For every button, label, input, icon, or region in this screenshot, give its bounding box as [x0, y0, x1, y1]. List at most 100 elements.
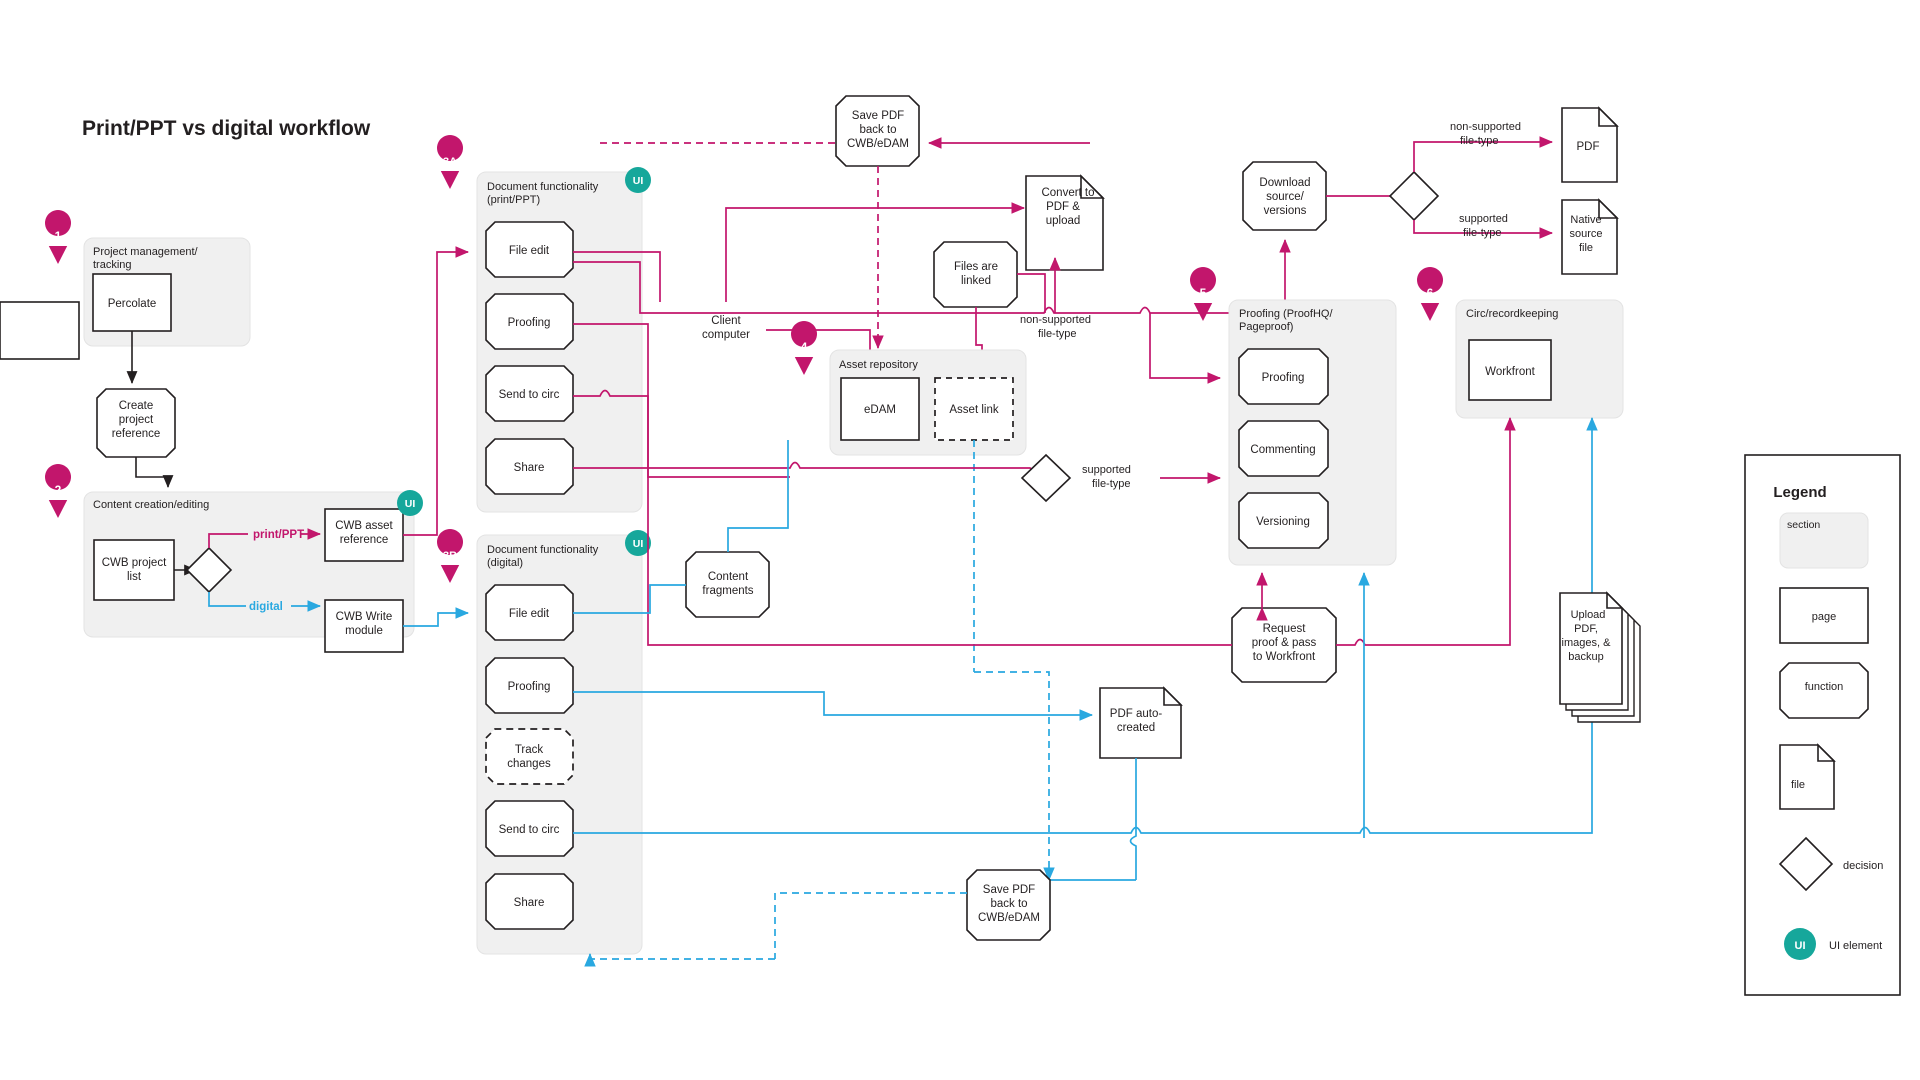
node-save-pdf-bottom[interactable]: Save PDF back to CWB/eDAM	[966, 869, 1051, 941]
node-convert-pdf-line3: upload	[1046, 215, 1081, 227]
node-3b-file-edit[interactable]: File edit	[485, 584, 574, 641]
section-3b-title-line1: Document functionality	[487, 544, 599, 556]
node-3a-send-to-circ-label: Send to circ	[499, 389, 560, 401]
legend-title: Legend	[1773, 484, 1826, 501]
node-create-project-line3: reference	[112, 428, 161, 440]
node-cwb-project-list-line1: CWB project	[102, 557, 167, 569]
workflow-diagram-canvas: Print/PPT vs digital workflow Project ma…	[0, 0, 1920, 1080]
section-1-marker-label: 1	[55, 229, 62, 243]
node-save-pdf-top-line2: back to	[859, 124, 896, 136]
node-3a-proofing[interactable]: Proofing	[485, 293, 574, 350]
section-1-title-line1: Project management/	[93, 246, 198, 258]
legend-label-file: file	[1791, 779, 1805, 791]
section-1-title-line2: tracking	[93, 259, 132, 271]
page-title: Print/PPT vs digital workflow	[82, 117, 371, 140]
node-save-pdf-bottom-line3: CWB/eDAM	[978, 912, 1040, 924]
node-request-proof-pass-workfront[interactable]: Request proof & pass to Workfront	[1231, 607, 1337, 683]
node-3a-send-to-circ[interactable]: Send to circ	[485, 365, 574, 422]
node-3b-send-to-circ[interactable]: Send to circ	[485, 800, 574, 857]
node-pdf-auto-line2: created	[1117, 722, 1155, 734]
node-download-source-line3: versions	[1264, 205, 1307, 217]
node-download-source-line2: source/	[1266, 191, 1305, 203]
legend-label-page: page	[1812, 611, 1836, 623]
node-content-fragments-line2: fragments	[702, 585, 753, 597]
node-cwb-asset-reference[interactable]: CWB asset reference	[324, 508, 404, 562]
section-6-title: Circ/recordkeeping	[1466, 308, 1558, 320]
node-files-linked-line2: linked	[961, 275, 991, 287]
node-percolate-label: Percolate	[108, 298, 157, 310]
node-save-pdf-top-line1: Save PDF	[852, 110, 904, 122]
node-cwb-project-list-line2: list	[127, 571, 142, 583]
node-5-commenting[interactable]: Commenting	[1238, 420, 1329, 477]
node-save-pdf-top[interactable]: Save PDF back to CWB/eDAM	[835, 95, 920, 167]
section-6-marker-label: 6	[1427, 286, 1434, 300]
node-cwb-asset-line1: CWB asset	[335, 520, 393, 532]
node-content-fragments[interactable]: Content fragments	[685, 551, 770, 618]
edge-label-nonsupported-right-line2: file-type	[1460, 135, 1499, 147]
node-3a-file-edit[interactable]: File edit	[485, 221, 574, 278]
ui-badge-label-3b: UI	[633, 538, 644, 550]
node-cwb-write-line1: CWB Write	[336, 611, 393, 623]
node-native-source-line2: source	[1569, 228, 1602, 240]
node-cwb-asset-line2: reference	[340, 534, 389, 546]
node-save-pdf-top-line3: CWB/eDAM	[847, 138, 909, 150]
node-convert-to-pdf-upload[interactable]: Convert to PDF & upload	[1025, 174, 1105, 271]
node-3a-share[interactable]: Share	[485, 438, 574, 495]
node-3a-share-label: Share	[514, 462, 545, 474]
node-pdf-file[interactable]: PDF	[1561, 106, 1619, 183]
node-3b-share[interactable]: Share	[485, 873, 574, 930]
node-3b-track-changes-line2: changes	[507, 758, 551, 770]
ui-badge-section-2: UI	[397, 490, 423, 516]
node-asset-link[interactable]: Asset link	[934, 377, 1014, 441]
legend-label-section: section	[1787, 519, 1820, 531]
node-upload-line1: Upload	[1571, 609, 1606, 621]
section-3b-title-line2: (digital)	[487, 557, 523, 569]
node-request-proof-line2: proof & pass	[1252, 637, 1317, 649]
legend-label-ui-element: UI element	[1829, 940, 1882, 952]
legend-item-file: file	[1779, 743, 1836, 810]
node-files-are-linked[interactable]: Files are linked	[933, 241, 1018, 308]
node-create-project-reference[interactable]: Create project reference	[96, 388, 176, 458]
node-convert-pdf-line1: Convert to	[1041, 187, 1094, 199]
node-pdf-auto-created[interactable]: PDF auto- created	[1099, 686, 1183, 759]
node-download-source-versions[interactable]: Download source/ versions	[1242, 161, 1327, 231]
node-edam-label: eDAM	[864, 404, 896, 416]
node-cwb-write-module[interactable]: CWB Write module	[324, 599, 404, 653]
node-create-project-line2: project	[119, 414, 154, 426]
section-2-marker-label: 2	[55, 483, 62, 497]
node-3b-file-edit-label: File edit	[509, 608, 550, 620]
edge-label-supported-right-line1: supported	[1459, 213, 1508, 225]
node-upload-line2: PDF,	[1574, 623, 1598, 635]
node-native-source-file[interactable]: Native source file	[1561, 198, 1619, 275]
edge-label-supported-right-line2: file-type	[1463, 227, 1502, 239]
section-2-content-creation: Content creation/editing 2 CWB project l…	[45, 464, 423, 653]
node-percolate[interactable]: Percolate	[92, 273, 172, 332]
node-3a-file-edit-label: File edit	[509, 245, 550, 257]
node-3b-track-changes[interactable]: Track changes	[485, 728, 574, 785]
node-native-source-line3: file	[1579, 242, 1593, 254]
edge-label-nonsupported-mid-line1: non-supported	[1020, 314, 1091, 326]
node-5-proofing[interactable]: Proofing	[1238, 348, 1329, 405]
ui-badge-section-3a: UI	[625, 167, 651, 193]
edge-label-supported-mid-line1: supported	[1082, 464, 1131, 476]
node-download-source-line1: Download	[1259, 177, 1310, 189]
node-convert-pdf-line2: PDF &	[1046, 201, 1080, 213]
node-3b-proofing[interactable]: Proofing	[485, 657, 574, 714]
node-cwb-write-line2: module	[345, 625, 383, 637]
node-3b-proofing-label: Proofing	[508, 681, 551, 693]
section-3a-marker-label: 3A	[443, 156, 457, 168]
node-5-versioning[interactable]: Versioning	[1238, 492, 1329, 549]
node-workfront-label: Workfront	[1485, 366, 1535, 378]
node-cwb-project-list[interactable]: CWB project list	[93, 539, 175, 601]
legend-item-section: section	[1779, 512, 1869, 569]
node-upload-line3: images, &	[1562, 637, 1612, 649]
edge-label-digital: digital	[249, 601, 283, 613]
section-5-title-line1: Proofing (ProofHQ/	[1239, 308, 1333, 320]
node-workfront[interactable]: Workfront	[1468, 339, 1552, 401]
node-edam[interactable]: eDAM	[840, 377, 920, 441]
node-request-proof-line1: Request	[1263, 623, 1307, 635]
legend-item-function: function	[1779, 662, 1869, 719]
node-save-pdf-bottom-line2: back to	[990, 898, 1027, 910]
node-content-fragments-line1: Content	[708, 571, 749, 583]
node-3b-share-label: Share	[514, 897, 545, 909]
